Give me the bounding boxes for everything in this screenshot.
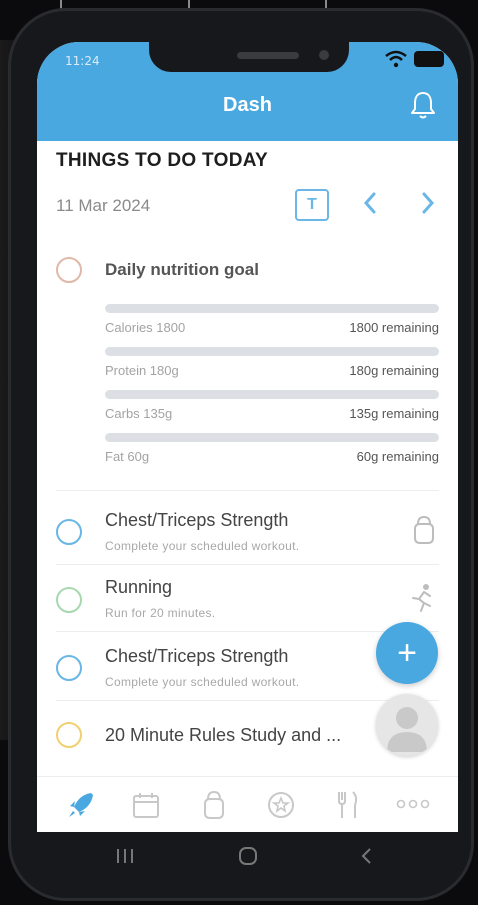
kettlebell-icon	[414, 515, 434, 544]
phone-frame: 11:24 Dash THINGS TO DO TODAY 11 Mar 202…	[8, 8, 474, 901]
more-icon[interactable]	[395, 797, 431, 811]
task-check-circle[interactable]	[56, 587, 82, 613]
nutrition-check-circle[interactable]	[56, 257, 82, 283]
notch	[149, 42, 349, 72]
task-check-circle[interactable]	[56, 722, 82, 748]
add-button[interactable]: +	[376, 622, 438, 684]
divider	[56, 631, 439, 632]
avatar[interactable]	[376, 694, 438, 756]
carbs-remaining: 135g remaining	[349, 406, 439, 421]
task-subtitle: Complete your scheduled workout.	[105, 675, 300, 689]
protein-progress-bar	[105, 347, 439, 356]
task-title: 20 Minute Rules Study and ...	[105, 725, 342, 745]
chevron-left-icon[interactable]	[360, 190, 380, 216]
task-title: Chest/Triceps Strength	[105, 510, 289, 530]
speaker	[237, 52, 299, 59]
nutrition-goal-title[interactable]: Daily nutrition goal	[105, 260, 259, 280]
today-button[interactable]: T	[295, 189, 329, 221]
recent-apps-icon[interactable]	[113, 846, 137, 866]
battery-icon	[414, 51, 444, 67]
user-avatar-icon	[387, 707, 427, 752]
calendar-icon[interactable]	[130, 789, 162, 821]
utensils-icon[interactable]	[331, 789, 363, 821]
fat-remaining: 60g remaining	[356, 449, 439, 464]
divider	[56, 564, 439, 565]
carbs-progress-bar	[105, 390, 439, 399]
wifi-icon	[385, 50, 407, 68]
calories-label: Calories 1800	[105, 320, 186, 335]
protein-remaining: 180g remaining	[349, 363, 439, 378]
fat-progress-bar	[105, 433, 439, 442]
task-subtitle: Run for 20 minutes.	[105, 606, 216, 620]
bell-icon[interactable]	[410, 90, 436, 120]
status-icons	[384, 50, 444, 68]
carbs-label: Carbs 135g	[105, 406, 173, 421]
status-time: 11:24	[65, 54, 100, 68]
system-nav-bar	[37, 832, 458, 887]
front-camera	[319, 50, 329, 60]
task-subtitle: Complete your scheduled workout.	[105, 539, 300, 553]
page-title: Dash	[223, 94, 272, 116]
rocket-icon[interactable]	[65, 789, 97, 821]
task-title: Running	[105, 577, 173, 597]
task-title: Chest/Triceps Strength	[105, 646, 289, 666]
current-date: 11 Mar 2024	[56, 196, 151, 215]
divider	[56, 490, 439, 491]
runner-icon	[412, 584, 431, 612]
divider	[56, 700, 439, 701]
section-title: THINGS TO DO TODAY	[56, 150, 268, 171]
app-header: 11:24 Dash	[37, 42, 458, 141]
chevron-right-icon[interactable]	[418, 190, 438, 216]
kettlebell-icon[interactable]	[198, 789, 230, 821]
bottom-tab-bar	[37, 776, 458, 832]
star-badge-icon[interactable]	[265, 789, 297, 821]
calories-remaining: 1800 remaining	[349, 320, 439, 335]
back-icon[interactable]	[355, 846, 379, 866]
calories-progress-bar	[105, 304, 439, 313]
fat-label: Fat 60g	[105, 449, 150, 464]
protein-label: Protein 180g	[105, 363, 179, 378]
task-check-circle[interactable]	[56, 655, 82, 681]
home-icon[interactable]	[236, 846, 260, 866]
task-check-circle[interactable]	[56, 519, 82, 545]
app-screen: 11:24 Dash THINGS TO DO TODAY 11 Mar 202…	[37, 42, 458, 832]
